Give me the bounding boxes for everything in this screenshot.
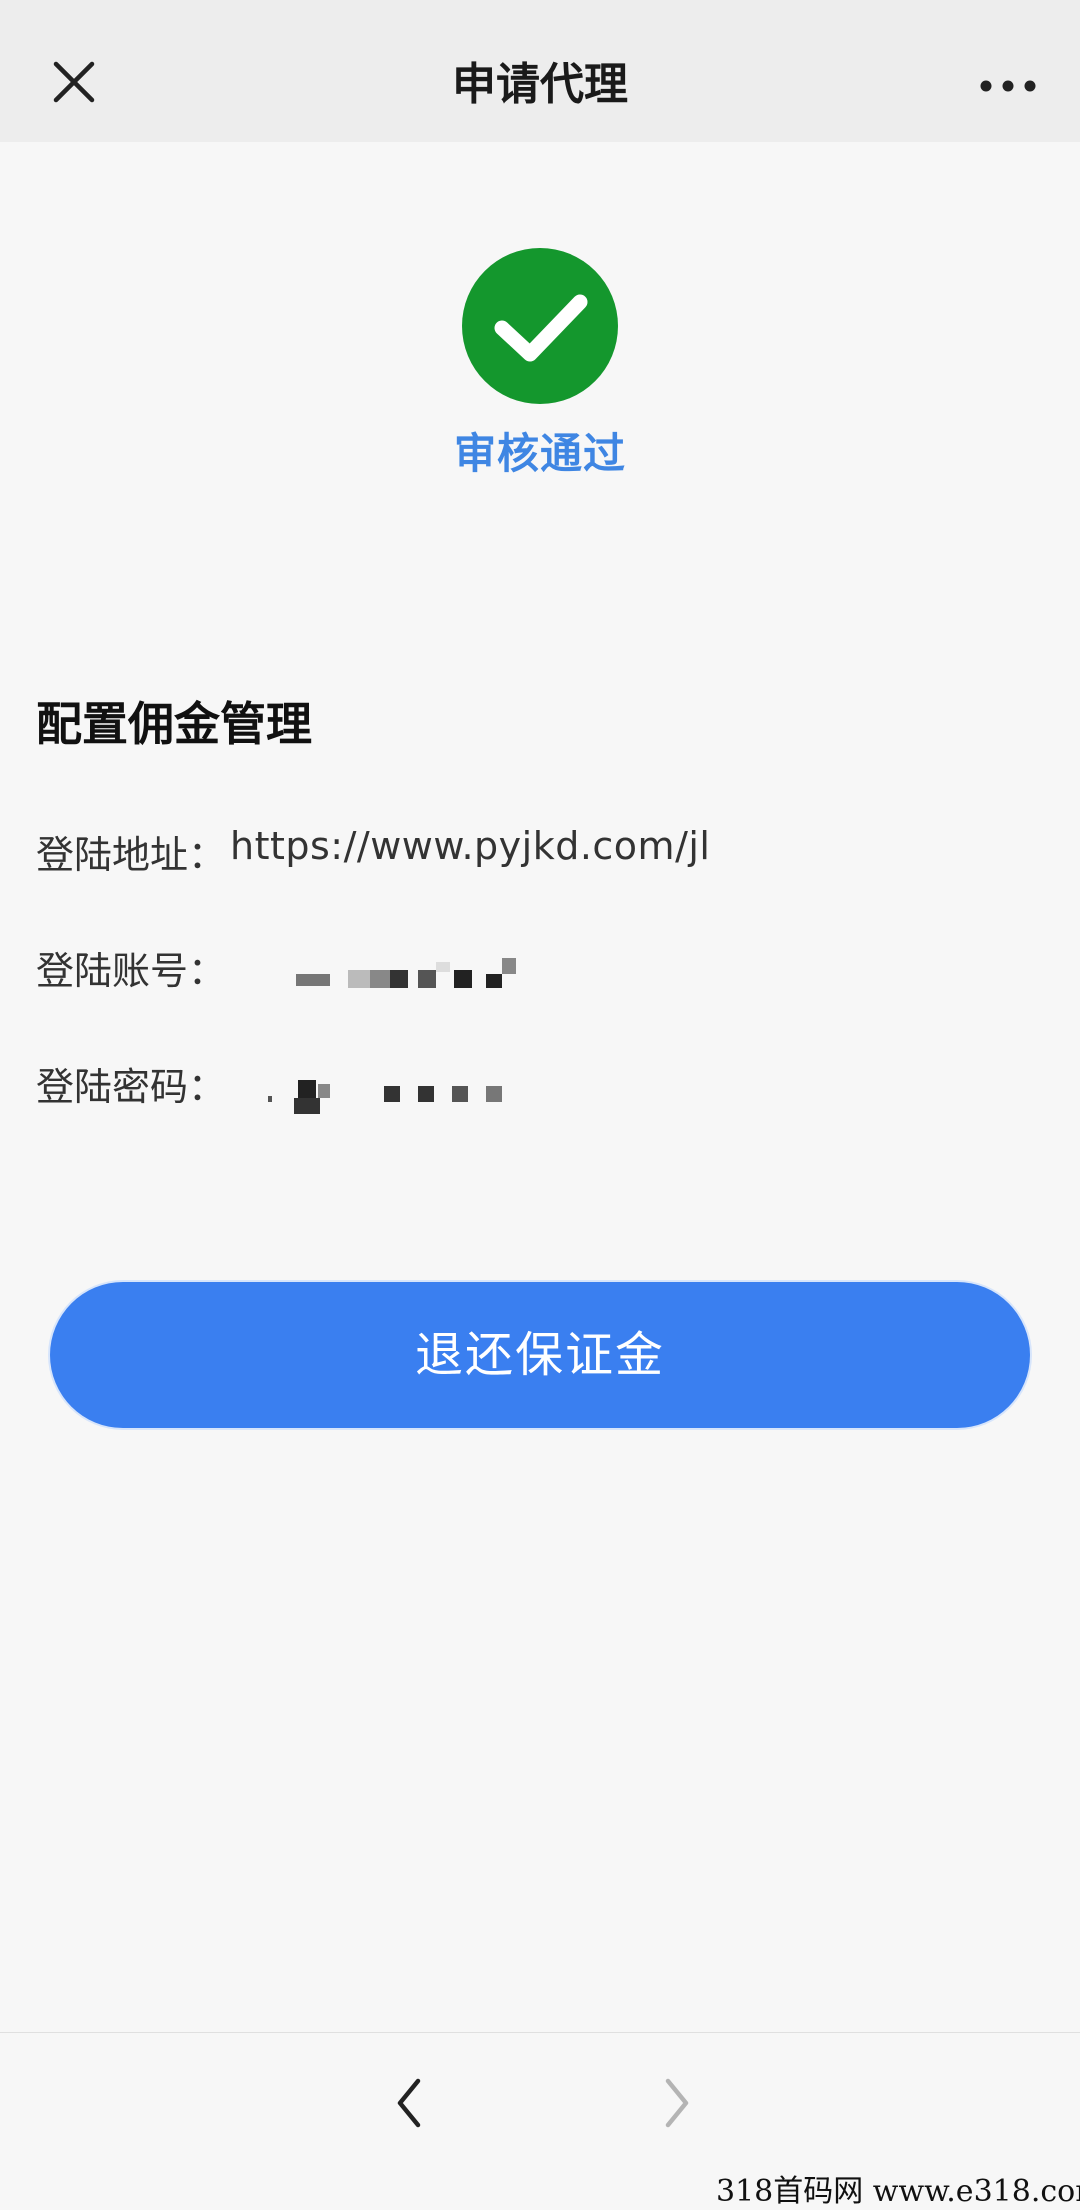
account-value-masked (256, 940, 516, 1000)
chevron-left-icon[interactable] (390, 2073, 430, 2133)
section-heading: 配置佣金管理 (36, 697, 312, 751)
password-value-masked (256, 1056, 516, 1116)
chevron-right-icon[interactable] (656, 2073, 696, 2133)
password-row: 登陆密码： (36, 1056, 502, 1114)
login-url-value[interactable]: https://www.pyjkd.com/jl (230, 824, 711, 868)
status-text: 审核通过 (453, 429, 626, 478)
more-horizontal-icon[interactable] (976, 66, 1040, 106)
account-label: 登陆账号： (36, 949, 227, 993)
login-url-label: 登陆地址： (36, 833, 227, 877)
watermark: 318首码网 www.e318.com (716, 2174, 1080, 2209)
account-row: 登陆账号： (36, 940, 516, 995)
top-bar: 申请代理 (0, 0, 1080, 142)
check-circle-icon (460, 246, 620, 406)
refund-deposit-button[interactable]: 退还保证金 (50, 1282, 1030, 1428)
login-url-row: 登陆地址： https://www.pyjkd.com/jl (36, 824, 710, 879)
password-label: 登陆密码： (36, 1065, 227, 1109)
page-title: 申请代理 (452, 59, 628, 110)
